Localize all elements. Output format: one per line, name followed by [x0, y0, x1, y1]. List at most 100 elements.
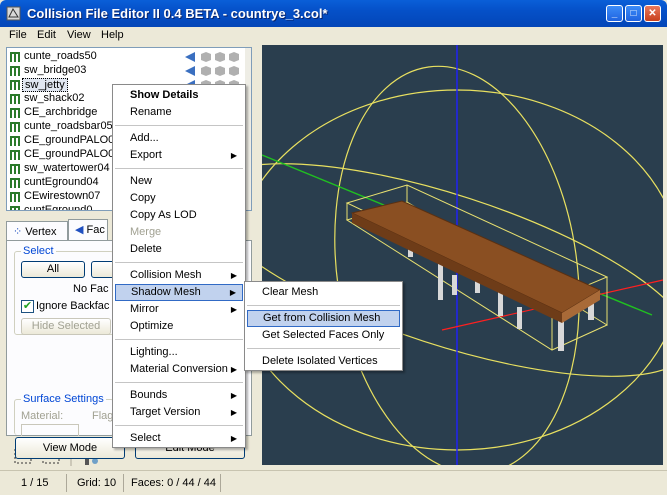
menu-item-shadow-mesh[interactable]: Shadow Mesh ▶	[115, 284, 243, 301]
list-item-label: cuntEground04	[24, 176, 99, 188]
collision-object-icon	[10, 206, 20, 210]
menu-item-add[interactable]: Add...	[115, 130, 243, 147]
menu-item-merge[interactable]: Merge	[115, 224, 243, 241]
surface-settings-title: Surface Settings	[21, 393, 106, 405]
menu-item-show-details[interactable]: Show Details	[115, 87, 243, 104]
list-item-label: sw_shack02	[24, 92, 85, 104]
menu-item-label: Material Conversion	[130, 363, 228, 375]
menu-separator	[115, 125, 243, 126]
menu-item-label: Target Version	[130, 406, 201, 418]
submenu-arrow-icon: ▶	[230, 391, 237, 400]
3d-viewport[interactable]	[262, 45, 663, 465]
list-item-label: CE_archbridge	[24, 106, 98, 118]
submenu-arrow-icon: ▶	[230, 365, 237, 374]
select-group: Select All No Fac ✔ Ignore Backfac Hide …	[14, 245, 121, 335]
list-item-label: CE_groundPALO0	[24, 148, 115, 160]
menu-item-bounds[interactable]: Bounds ▶	[115, 387, 243, 404]
menu-item-label: Delete	[130, 243, 162, 255]
submenu-arrow-icon: ▶	[230, 151, 237, 160]
no-faces-text: No Fac	[73, 283, 109, 295]
collision-object-icon	[10, 66, 20, 76]
menu-item-label: Shadow Mesh	[131, 286, 201, 298]
menu-item-label: Get from Collision Mesh	[263, 312, 381, 324]
menu-item-collision-mesh[interactable]: Collision Mesh ▶	[115, 267, 243, 284]
menu-item-delete-isolated-vertices[interactable]: Delete Isolated Vertices	[247, 353, 400, 370]
minimize-button[interactable]: _	[606, 5, 623, 22]
close-button[interactable]: ✕	[644, 5, 661, 22]
material-label: Material:	[21, 410, 64, 422]
menu-item-select[interactable]: Select ▶	[115, 430, 243, 447]
menu-separator	[115, 425, 243, 426]
status-bar: 1 / 15 Grid: 10 Faces: 0 / 44 / 44	[0, 470, 667, 495]
menu-item-label: Get Selected Faces Only	[262, 329, 385, 341]
menu-item-label: New	[130, 175, 153, 187]
vertex-icon: ⁘	[13, 226, 26, 238]
menu-bar: File Edit View Help	[0, 27, 667, 45]
menu-separator	[115, 339, 243, 340]
menu-separator	[115, 262, 243, 263]
menu-item-label: Add...	[130, 132, 159, 144]
menu-item-label: Lighting...	[130, 346, 178, 358]
menu-item-label: Mirror	[130, 303, 159, 315]
menu-item-new[interactable]: New	[115, 173, 243, 190]
menu-file[interactable]: File	[9, 29, 27, 41]
menu-item-copy[interactable]: Copy	[115, 190, 243, 207]
collision-object-icon	[10, 192, 20, 202]
menu-item-material-conversion[interactable]: Material Conversion ▶	[115, 361, 243, 378]
menu-item-get-from-collision-mesh[interactable]: Get from Collision Mesh	[247, 310, 400, 327]
collision-object-icon	[10, 94, 20, 104]
ignore-backfaces-checkbox[interactable]: ✔	[21, 300, 34, 313]
mesh-status-icons	[185, 52, 239, 62]
status-position: 1 / 15	[21, 477, 49, 489]
list-item-label: cuntEground0	[24, 204, 93, 211]
menu-item-get-selected-faces-only[interactable]: Get Selected Faces Only	[247, 327, 400, 344]
list-item-label: cunte_roads50	[24, 50, 97, 62]
status-separator	[220, 474, 221, 492]
menu-item-label: Clear Mesh	[262, 286, 319, 298]
select-all-button[interactable]: All	[21, 261, 85, 278]
status-grid: Grid: 10	[77, 477, 117, 489]
hide-selected-button[interactable]: Hide Selected	[21, 318, 111, 335]
collision-object-icon	[10, 136, 20, 146]
menu-item-clear-mesh[interactable]: Clear Mesh	[247, 284, 400, 301]
collision-object-icon	[10, 178, 20, 188]
menu-item-label: Delete Isolated Vertices	[262, 355, 378, 367]
select-group-title: Select	[21, 245, 56, 257]
ignore-backfaces-label: Ignore Backfac	[36, 300, 110, 312]
list-item-label: sw_watertower04	[24, 162, 110, 174]
menu-help[interactable]: Help	[101, 29, 124, 41]
view-mode-button[interactable]: View Mode	[15, 437, 125, 459]
menu-item-export[interactable]: Export ▶	[115, 147, 243, 164]
menu-view[interactable]: View	[67, 29, 91, 41]
menu-edit[interactable]: Edit	[37, 29, 56, 41]
submenu-arrow-icon: ▶	[230, 271, 237, 280]
menu-item-rename[interactable]: Rename	[115, 104, 243, 121]
collision-object-icon	[10, 150, 20, 160]
faces-icon: ◀	[75, 224, 87, 236]
tab-faces[interactable]: ◀ Fac	[68, 219, 108, 241]
list-item[interactable]: sw_bridge03	[7, 64, 251, 78]
menu-separator	[247, 348, 400, 349]
menu-item-label: Collision Mesh	[130, 269, 202, 281]
app-icon	[6, 6, 21, 21]
menu-item-copy-as-lod[interactable]: Copy As LOD	[115, 207, 243, 224]
menu-item-lighting[interactable]: Lighting...	[115, 344, 243, 361]
status-separator	[123, 474, 124, 492]
menu-item-label: Export	[130, 149, 162, 161]
maximize-button[interactable]: □	[625, 5, 642, 22]
list-item[interactable]: cunte_roads50	[7, 50, 251, 64]
menu-separator	[247, 305, 400, 306]
menu-item-optimize[interactable]: Optimize	[115, 318, 243, 335]
surface-settings-group: Surface Settings Material: Flag	[14, 393, 114, 436]
menu-item-target-version[interactable]: Target Version ▶	[115, 404, 243, 421]
submenu-arrow-icon: ▶	[230, 305, 237, 314]
status-separator	[66, 474, 67, 492]
menu-item-mirror[interactable]: Mirror ▶	[115, 301, 243, 318]
collision-object-icon	[10, 122, 20, 132]
tab-vertex[interactable]: ⁘ Vertex	[6, 221, 68, 241]
model-view	[262, 45, 663, 465]
material-dropdown[interactable]	[21, 424, 79, 436]
menu-item-delete[interactable]: Delete	[115, 241, 243, 258]
menu-item-label: Rename	[130, 106, 172, 118]
collision-object-icon	[10, 52, 20, 62]
